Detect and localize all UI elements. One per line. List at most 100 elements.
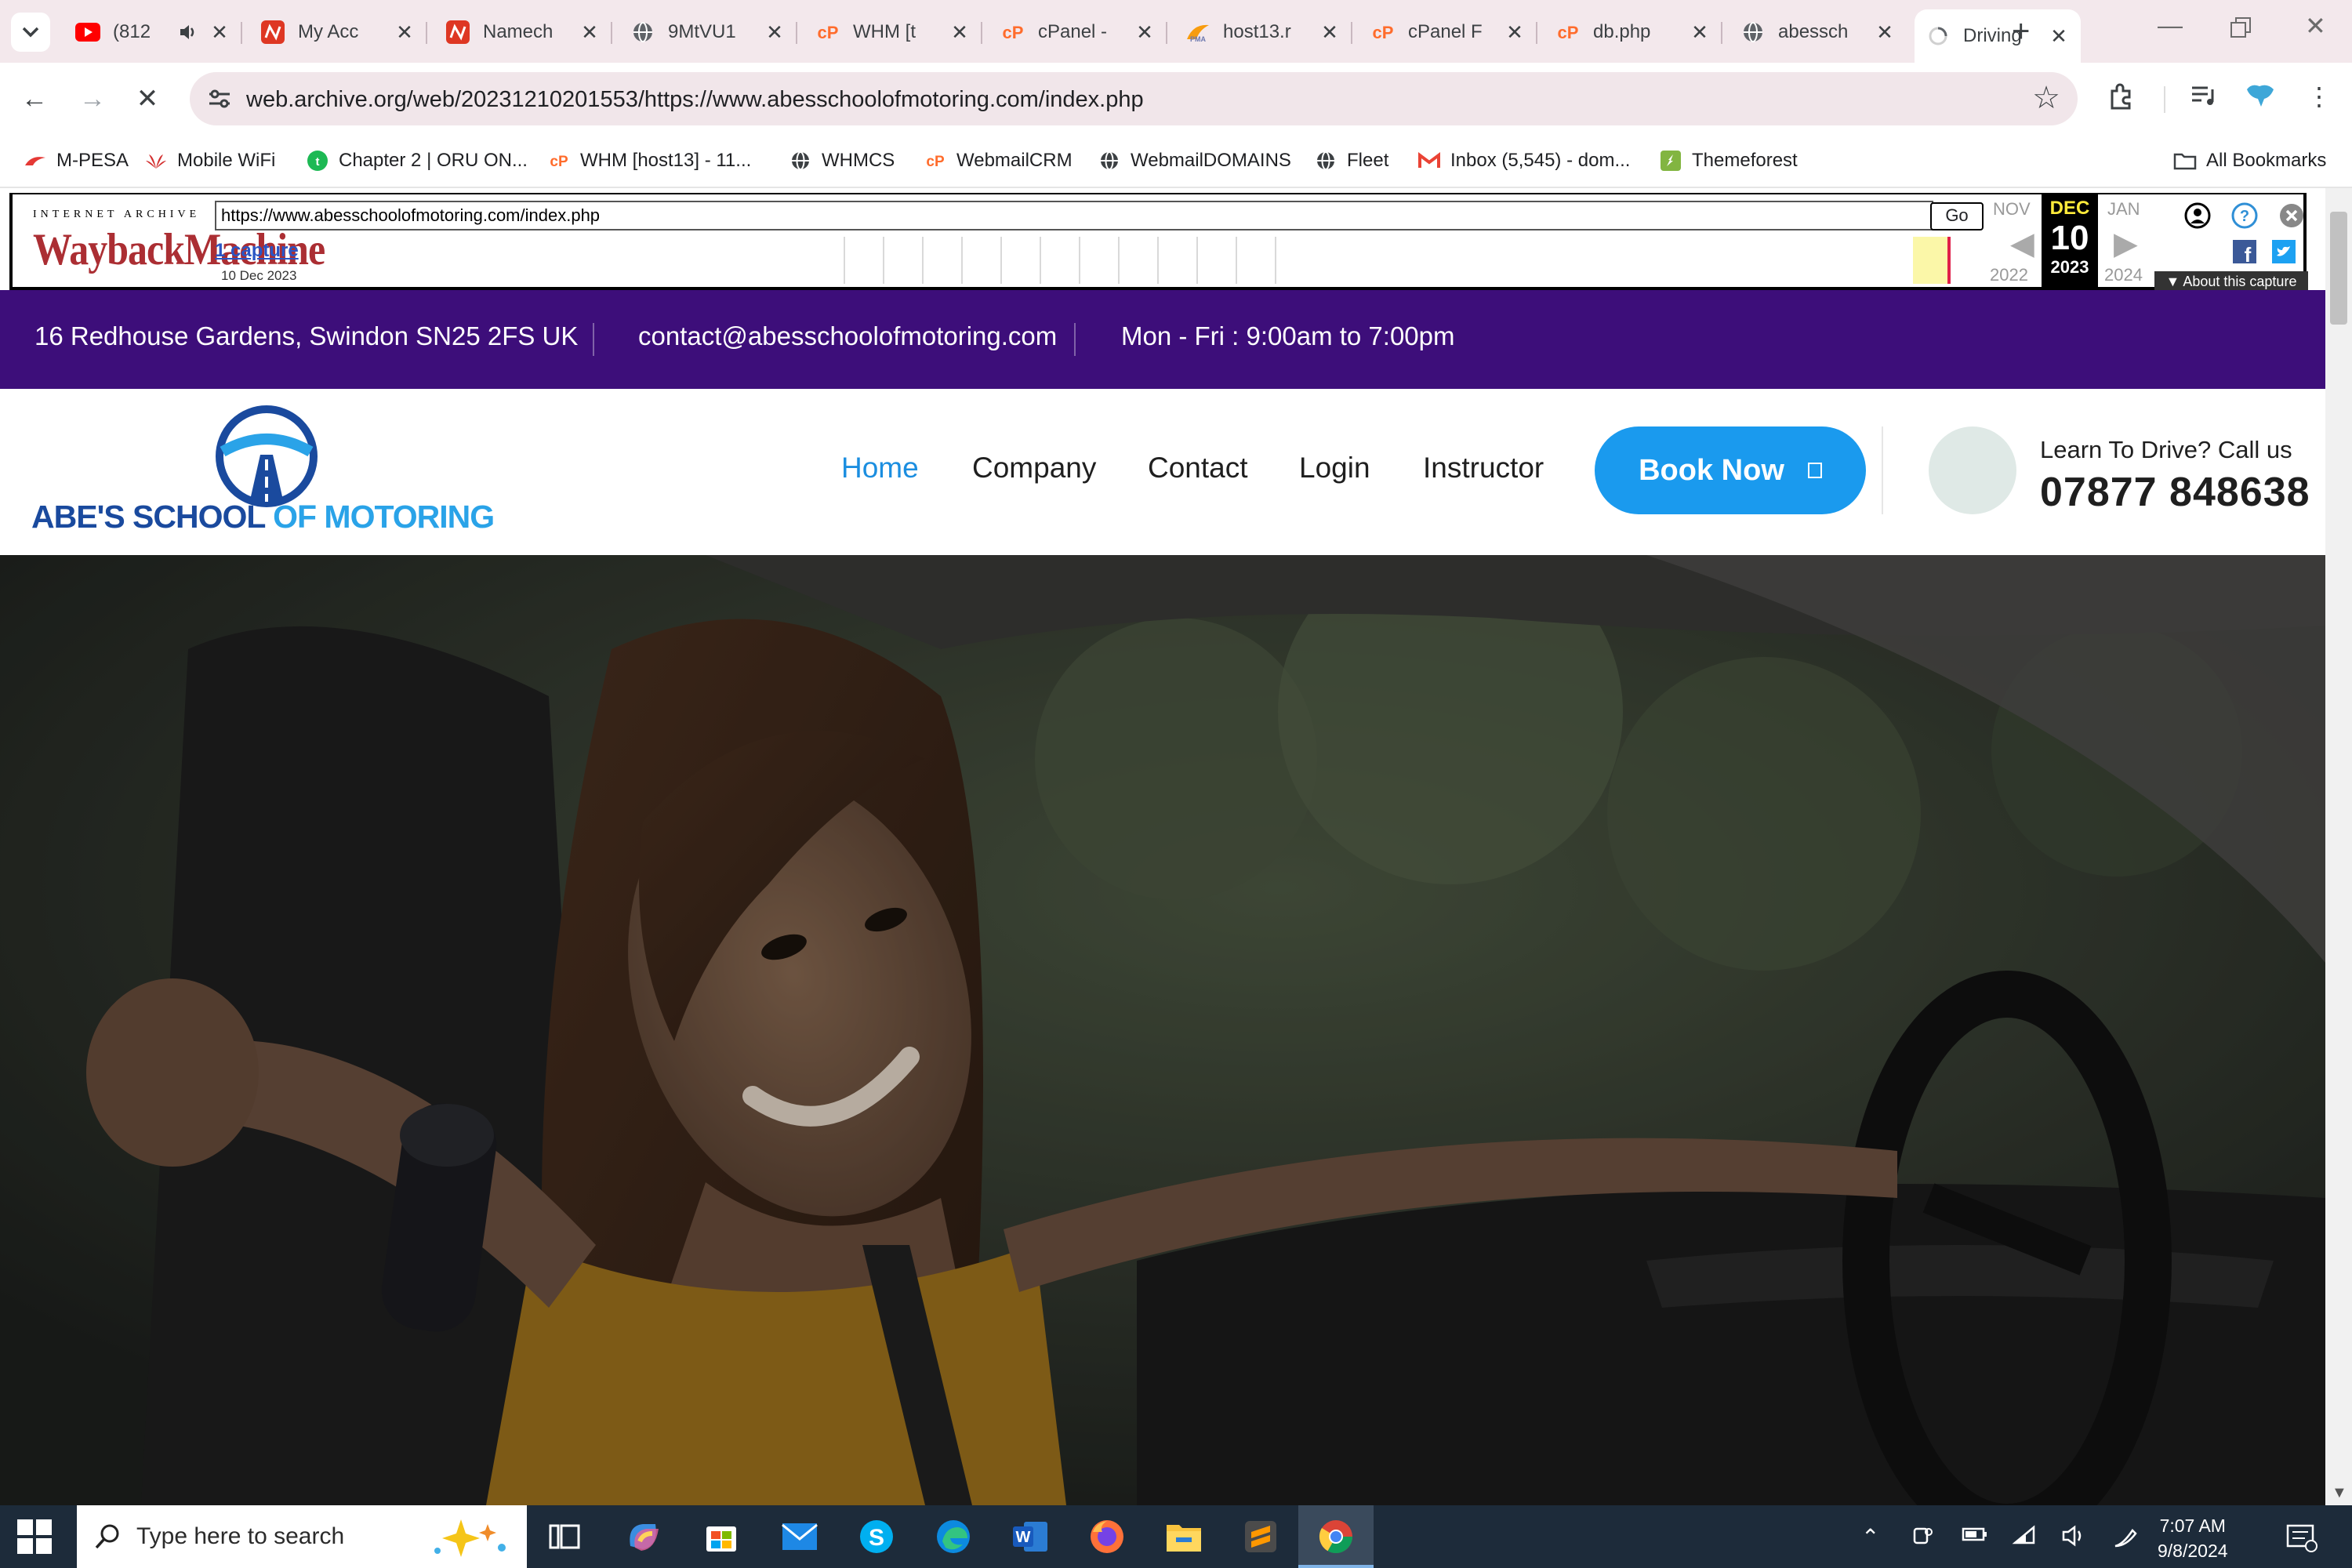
twitter-icon[interactable] bbox=[2270, 238, 2297, 265]
close-tab-icon[interactable]: ✕ bbox=[1689, 20, 1711, 45]
steering-wheel-logo-icon[interactable] bbox=[213, 403, 320, 510]
next-year[interactable]: 2024 bbox=[2104, 265, 2143, 285]
wifi-icon[interactable] bbox=[2012, 1524, 2037, 1552]
phone-number-link[interactable]: 07877 848638 bbox=[2040, 469, 2310, 516]
scrollbar-thumb[interactable] bbox=[2330, 212, 2347, 325]
browser-tab[interactable]: cP WHM [t ✕ bbox=[804, 11, 982, 53]
prev-year[interactable]: 2022 bbox=[1990, 265, 2028, 285]
nav-company[interactable]: Company bbox=[972, 452, 1096, 485]
help-icon[interactable]: ? bbox=[2231, 202, 2258, 229]
media-controls-icon[interactable] bbox=[2189, 82, 2217, 116]
edge-icon[interactable] bbox=[931, 1515, 975, 1559]
copilot-icon[interactable] bbox=[621, 1515, 665, 1559]
bookmark-star-icon[interactable]: ☆ bbox=[2032, 80, 2060, 116]
account-icon[interactable] bbox=[2184, 202, 2211, 229]
captures-link[interactable]: 1 capture bbox=[215, 240, 299, 262]
bookmark-item[interactable]: Themeforest bbox=[1659, 144, 1798, 177]
system-clock[interactable]: 7:07 AM 9/8/2024 bbox=[2158, 1513, 2228, 1563]
browser-tab[interactable]: abessch ✕ bbox=[1730, 11, 1907, 53]
menu-kebab-icon[interactable]: ⋮ bbox=[2307, 82, 2332, 111]
tray-overflow-chevron-icon[interactable]: ⌃ bbox=[1861, 1524, 1879, 1550]
mail-icon[interactable] bbox=[778, 1515, 822, 1559]
all-bookmarks[interactable]: All Bookmarks bbox=[2173, 144, 2326, 177]
file-explorer-icon[interactable] bbox=[1162, 1515, 1206, 1559]
close-window-button[interactable]: ✕ bbox=[2305, 11, 2326, 41]
close-tab-icon[interactable]: ✕ bbox=[949, 20, 971, 45]
bookmark-item[interactable]: Inbox (5,545) - dom... bbox=[1417, 144, 1630, 177]
close-tab-icon[interactable]: ✕ bbox=[1134, 20, 1156, 45]
wayback-go-button[interactable]: Go bbox=[1930, 202, 1984, 230]
profile-avatar[interactable] bbox=[2244, 82, 2277, 116]
next-month[interactable]: JAN bbox=[2107, 199, 2140, 220]
bookmark-item[interactable]: M-PESA bbox=[24, 144, 129, 177]
new-tab-button[interactable]: + bbox=[2012, 14, 2030, 49]
bookmark-item[interactable]: Fleet bbox=[1314, 144, 1388, 177]
nav-login[interactable]: Login bbox=[1299, 452, 1370, 485]
forward-button[interactable]: → bbox=[74, 80, 111, 118]
nav-contact[interactable]: Contact bbox=[1148, 452, 1248, 485]
battery-icon[interactable] bbox=[1962, 1524, 1988, 1550]
address-bar[interactable]: web.archive.org/web/20231210201553/https… bbox=[190, 72, 2078, 125]
wayback-url-input[interactable]: https://www.abesschoolofmotoring.com/ind… bbox=[215, 201, 1933, 230]
notifications-icon[interactable] bbox=[2286, 1524, 2318, 1558]
browser-tab[interactable]: cP cPanel - ✕ bbox=[989, 11, 1167, 53]
chrome-icon[interactable] bbox=[1314, 1515, 1358, 1559]
close-tab-icon[interactable]: ✕ bbox=[209, 20, 230, 45]
scroll-down-arrow-icon[interactable]: ▼ bbox=[2332, 1484, 2347, 1502]
browser-tab[interactable]: My Acc ✕ bbox=[249, 11, 427, 53]
close-tab-icon[interactable]: ✕ bbox=[764, 20, 786, 45]
browser-tab[interactable]: 9MtVU1 ✕ bbox=[619, 11, 797, 53]
bookmark-item[interactable]: t Chapter 2 | ORU ON... bbox=[306, 144, 528, 177]
nav-instructor[interactable]: Instructor bbox=[1423, 452, 1544, 485]
browser-tab[interactable]: (812 ✕ bbox=[64, 11, 242, 53]
task-view-icon[interactable] bbox=[543, 1515, 586, 1559]
site-logo-text[interactable]: ABE'S SCHOOL OF MOTORING bbox=[31, 499, 495, 535]
about-capture-button[interactable]: ▼ About this capture bbox=[2154, 271, 2308, 292]
nav-home[interactable]: Home bbox=[841, 452, 919, 485]
restore-button[interactable] bbox=[2230, 16, 2252, 45]
browser-tab[interactable]: PMA host13.r ✕ bbox=[1174, 11, 1352, 53]
windows-start-icon[interactable] bbox=[17, 1519, 52, 1554]
firefox-icon[interactable] bbox=[1085, 1515, 1129, 1559]
close-tab-icon[interactable]: ✕ bbox=[2048, 24, 2070, 49]
stop-loading-button[interactable]: ✕ bbox=[129, 80, 166, 118]
extensions-icon[interactable] bbox=[2107, 82, 2136, 116]
word-icon[interactable]: W bbox=[1008, 1515, 1052, 1559]
email-link[interactable]: contact@abesschoolofmotoring.com bbox=[638, 321, 1057, 351]
close-tab-icon[interactable]: ✕ bbox=[1319, 20, 1341, 45]
meet-now-icon[interactable] bbox=[1911, 1524, 1935, 1553]
bookmark-item[interactable]: Mobile WiFi bbox=[144, 144, 275, 177]
taskbar-search-box[interactable]: Type here to search bbox=[77, 1505, 527, 1568]
close-wayback-icon[interactable] bbox=[2278, 202, 2305, 229]
page-scrollbar[interactable]: ▼ bbox=[2325, 188, 2352, 1505]
prev-capture-arrow-icon[interactable]: ◀ bbox=[2010, 226, 2034, 262]
close-tab-icon[interactable]: ✕ bbox=[394, 20, 416, 45]
book-now-button[interactable]: Book Now bbox=[1595, 426, 1866, 514]
close-tab-icon[interactable]: ✕ bbox=[1874, 20, 1896, 45]
site-info-icon[interactable] bbox=[204, 83, 235, 114]
browser-tab[interactable]: Namech ✕ bbox=[434, 11, 612, 53]
tab-search-button[interactable] bbox=[11, 13, 50, 52]
browser-tab[interactable]: cP db.php ✕ bbox=[1544, 11, 1722, 53]
bookmark-item[interactable]: WHMCS bbox=[789, 144, 895, 177]
speaker-icon[interactable] bbox=[179, 24, 198, 41]
next-capture-arrow-icon[interactable]: ▶ bbox=[2114, 226, 2138, 262]
back-button[interactable]: ← bbox=[16, 80, 53, 118]
facebook-icon[interactable]: f bbox=[2231, 238, 2258, 265]
close-tab-icon[interactable]: ✕ bbox=[1504, 20, 1526, 45]
bookmark-item[interactable]: cP WebmailCRM bbox=[924, 144, 1072, 177]
close-tab-icon[interactable]: ✕ bbox=[579, 20, 601, 45]
minimize-button[interactable]: — bbox=[2158, 11, 2183, 40]
bookmark-item[interactable]: cP WHM [host13] - 11... bbox=[547, 144, 751, 177]
browser-tab[interactable]: Driving ✕ bbox=[1915, 9, 2081, 63]
prev-month[interactable]: NOV bbox=[1993, 199, 2031, 220]
url-text[interactable]: web.archive.org/web/20231210201553/https… bbox=[246, 87, 1144, 113]
volume-icon[interactable] bbox=[2060, 1524, 2087, 1553]
bookmark-item[interactable]: WebmailDOMAINS bbox=[1098, 144, 1291, 177]
browser-tab[interactable]: cP cPanel F ✕ bbox=[1359, 11, 1537, 53]
capture-timeline[interactable] bbox=[844, 237, 1963, 284]
sublime-icon[interactable] bbox=[1239, 1515, 1283, 1559]
store-icon[interactable] bbox=[699, 1515, 743, 1559]
skype-icon[interactable]: S bbox=[855, 1515, 898, 1559]
timeline-capture-marker[interactable] bbox=[1947, 237, 1951, 284]
